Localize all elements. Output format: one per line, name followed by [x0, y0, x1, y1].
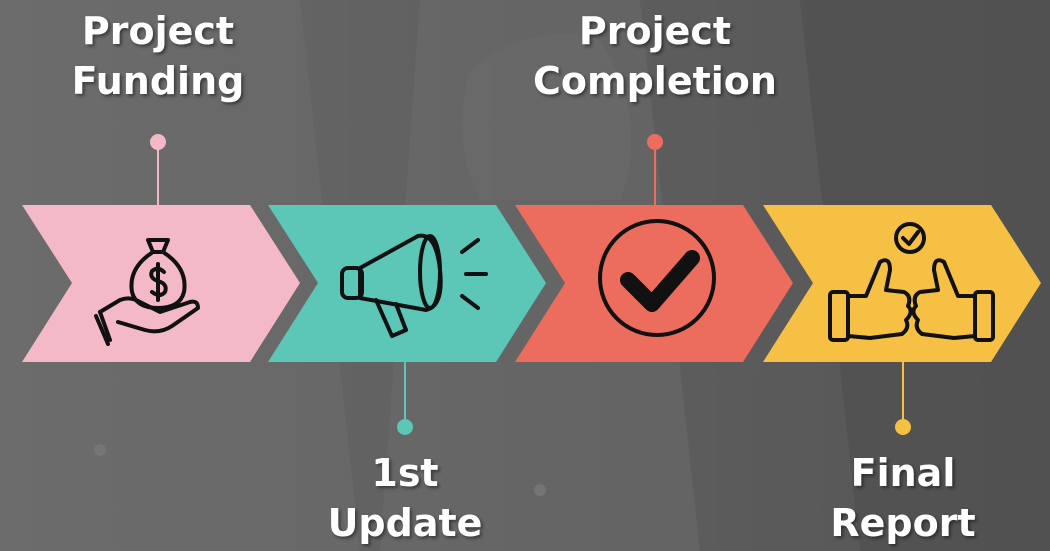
connector-dot-4 [895, 419, 911, 435]
step-3-line-2: Completion [533, 59, 777, 103]
step-2-line-2: Update [327, 501, 483, 545]
connector-dot-1 [150, 134, 166, 150]
connector-dot-3 [647, 134, 663, 150]
step-1-line-1: Project [81, 9, 235, 53]
step-2-line-1: 1st [371, 451, 439, 495]
chevron-step-3 [515, 205, 793, 362]
step-label-final-report: Final Report [808, 448, 998, 548]
step-4-line-2: Report [830, 501, 976, 545]
step-3-line-1: Project [578, 9, 732, 53]
step-4-line-1: Final [850, 451, 956, 495]
step-label-1st-update: 1st Update [310, 448, 500, 548]
step-label-project-funding: Project Funding [63, 6, 253, 106]
chevron-step-2 [268, 205, 546, 362]
step-label-project-completion: Project Completion [530, 6, 780, 106]
step-1-line-2: Funding [71, 59, 245, 103]
connector-dot-2 [397, 419, 413, 435]
